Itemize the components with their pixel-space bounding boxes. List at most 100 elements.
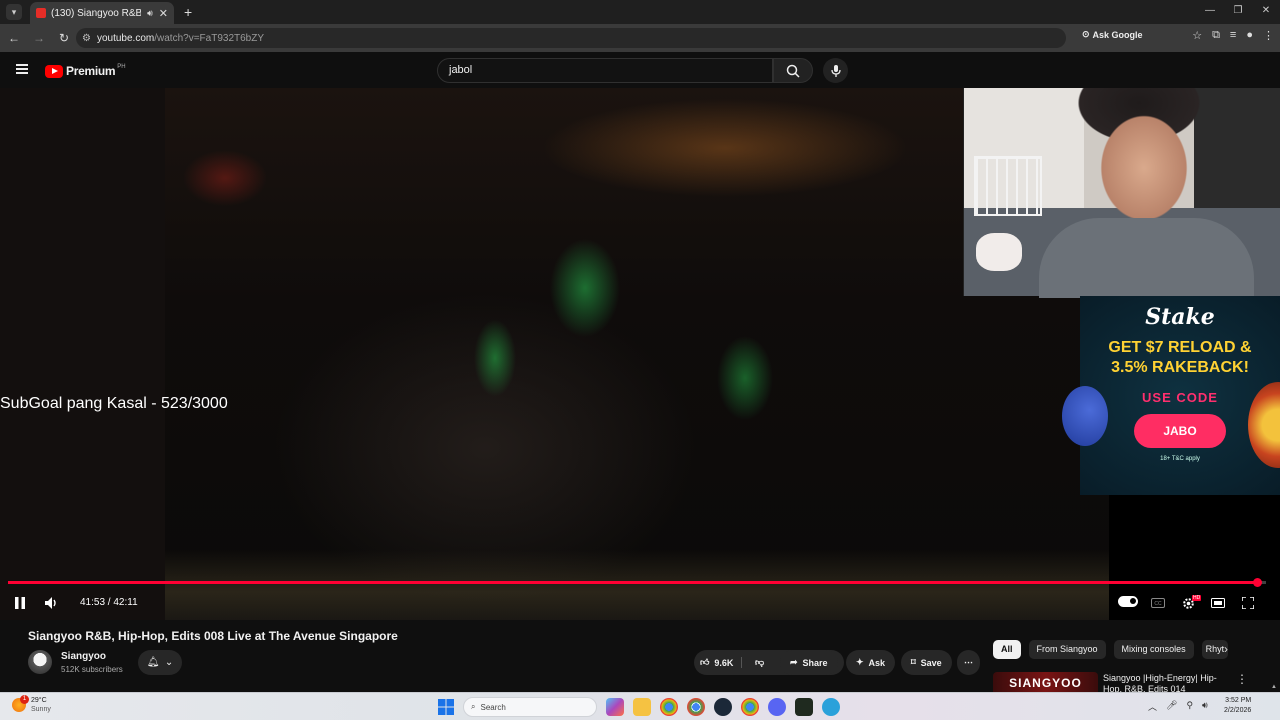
ad-brand-logo: Stake [1145,304,1215,330]
tab-audio-icon[interactable]: 🔊︎ [147,8,153,19]
maximize-icon[interactable]: ❐ [1224,0,1252,24]
thumbs-up-icon: 👍︎ [700,657,710,667]
captions-icon: CC [1151,598,1165,608]
video-details: Siangyoo R&B, Hip-Hop, Edits 008 Live at… [0,620,1280,692]
weather-widget[interactable]: 1 29°C Sunny [12,695,51,714]
logo-text: Premium [66,64,116,78]
steam-icon[interactable] [714,698,732,716]
reload-icon[interactable]: ↻ [53,31,75,45]
chip-all[interactable]: All [993,640,1021,659]
chrome-profile-icon[interactable] [687,698,705,716]
scroll-up-icon[interactable]: ▲ [1271,684,1277,690]
taskbar-search-placeholder: Search [480,702,506,712]
close-window-icon[interactable]: ✕ [1252,0,1280,24]
copilot-icon[interactable] [606,698,624,716]
pause-icon [15,597,25,609]
chevron-right-icon[interactable]: › [1224,640,1228,659]
share-label: Share [802,657,828,668]
profile-avatar-icon[interactable]: ● [1246,29,1253,42]
taskbar-search-icon: ⌕ [471,702,476,711]
chip-from-channel[interactable]: From Siangyoo [1028,640,1106,659]
channel-avatar[interactable] [28,650,52,674]
autoplay-toggle[interactable] [1118,596,1138,607]
like-button[interactable]: 👍︎ 9.6K [694,657,742,668]
extensions-icon[interactable]: ⧉ [1212,29,1220,42]
forward-icon[interactable]: → [28,31,50,45]
tray-network-icon[interactable]: ⚲ [1186,700,1193,713]
bookmark-star-icon[interactable]: ☆ [1192,29,1202,42]
file-explorer-icon[interactable] [633,698,651,716]
more-actions-button[interactable]: ⋯ [957,650,980,675]
ask-label: Ask [868,657,886,668]
ad-headline-line2: 3.5% RAKEBACK! [1111,359,1249,376]
back-icon[interactable]: ← [3,31,25,45]
recommended-menu-icon[interactable]: ⋮ [1236,672,1248,686]
pause-button[interactable] [10,591,30,615]
new-tab-button[interactable]: + [184,4,192,20]
chip-mixing-consoles[interactable]: Mixing consoles [1113,640,1194,659]
chrome-secondary-icon[interactable] [741,698,759,716]
progress-bar[interactable] [8,578,1266,587]
browser-tab-youtube[interactable]: (130) Siangyoo R&B, Hip-H 🔊︎ ✕ [30,2,174,24]
recommended-title[interactable]: Siangyoo |High-Energy| Hip-Hop, R&B, Edi… [1103,673,1223,692]
tray-chevron-up-icon[interactable]: ︿ [1148,700,1157,713]
recommended-thumbnail[interactable]: SIANGYOO [993,672,1098,692]
youtube-logo[interactable]: Premium PH [45,64,126,78]
menu-icon[interactable] [16,64,28,74]
address-bar[interactable]: ⚙︎ youtube.com/watch?v=FaT932T6bZY [76,28,1066,48]
browser-menu-icon[interactable]: ⋮ [1263,29,1274,42]
taskbar-search[interactable]: ⌕ Search [463,697,597,717]
search-button[interactable] [773,58,813,83]
video-player[interactable]: SubGoal pang Kasal - 523/3000 Stake GET … [0,88,1280,620]
country-code: PH [117,64,126,70]
fullscreen-icon [1242,597,1254,609]
ad-headline: GET $7 RELOAD & 3.5% RAKEBACK! [1080,338,1280,378]
ask-google-button[interactable]: ⊙ Ask Google [1082,29,1143,40]
windows-taskbar: 1 29°C Sunny ⌕ Search ︿ 🎤︎ ⚲ 🔊︎ 3:52 PM … [0,692,1280,720]
app-icon[interactable] [795,698,813,716]
telegram-icon[interactable] [822,698,840,716]
sponsor-ad-overlay: Stake GET $7 RELOAD & 3.5% RAKEBACK! USE… [1062,296,1280,495]
search-input[interactable]: jabol [437,58,773,83]
subgoal-overlay-text: SubGoal pang Kasal - 523/3000 [0,395,228,412]
temperature: 29°C [31,697,47,704]
dislike-button[interactable]: 👎︎ [747,657,764,668]
minimize-icon[interactable]: — [1196,0,1224,24]
windows-start-icon[interactable] [438,699,454,715]
system-tray: ︿ 🎤︎ ⚲ 🔊︎ [1148,700,1208,713]
ask-button[interactable]: ✦ Ask [846,650,896,675]
tray-volume-icon[interactable]: 🔊︎ [1202,700,1208,713]
ad-use-code-label: USE CODE [1142,390,1218,405]
browser-tab-strip: ▾ (130) Siangyoo R&B, Hip-H 🔊︎ ✕ + — ❐ ✕ [0,0,1280,24]
notifications-button[interactable]: 🔔︎ ⌄ [138,650,182,675]
window-controls: — ❐ ✕ [1196,0,1280,24]
site-info-icon[interactable]: ⚙︎ [82,33,91,44]
voice-search-button[interactable] [823,58,848,83]
tray-microphone-icon[interactable]: 🎤︎ [1166,700,1177,713]
chrome-icon[interactable] [660,698,678,716]
more-horizontal-icon: ⋯ [964,657,973,667]
clock-date: 2/2/2026 [1224,707,1252,714]
ask-google-label: Ask Google [1092,29,1143,40]
media-controls-icon[interactable]: ≡ [1230,29,1236,42]
channel-name[interactable]: Siangyoo [61,651,106,662]
volume-button[interactable] [42,591,62,615]
google-lens-icon: ⊙ [1082,29,1090,39]
fullscreen-button[interactable] [1240,591,1256,615]
url-host: youtube.com [96,32,155,44]
taskbar-clock[interactable]: 3:52 PM 2/2/2026 [1224,696,1251,716]
discord-icon[interactable] [768,698,786,716]
save-label: Save [920,657,942,668]
tab-search-button[interactable]: ▾ [6,4,22,20]
subtitles-button[interactable]: CC [1150,591,1166,615]
screen: { "browser": { "tab_title": "(130) Siang… [0,0,1280,720]
taskbar-apps: ⌕ Search [438,697,840,717]
browser-toolbar: ← → ↻ ⚙︎ youtube.com/watch?v=FaT932T6bZY… [0,24,1280,52]
clock-time: 3:52 PM [1225,697,1252,704]
save-button[interactable]: ⌑ Save [901,650,952,675]
share-button[interactable]: ➦ Share [780,650,838,675]
theater-mode-button[interactable] [1209,591,1227,615]
tab-close-icon[interactable]: ✕ [159,7,168,20]
scrubber-handle[interactable] [1253,578,1263,587]
webcam-dog [976,233,1022,271]
